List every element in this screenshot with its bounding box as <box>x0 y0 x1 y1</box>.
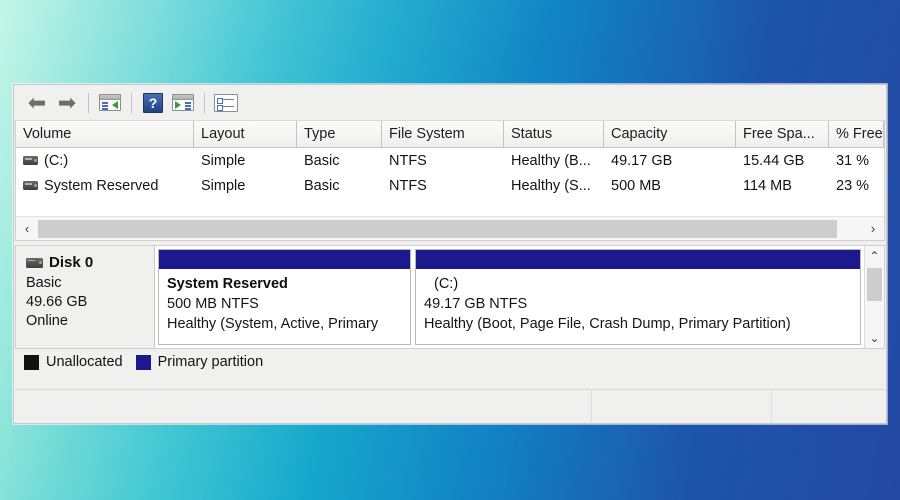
cell-volume-label: System Reserved <box>44 177 159 194</box>
column-header-status[interactable]: Status <box>504 121 604 148</box>
partition-status: Healthy (Boot, Page File, Crash Dump, Pr… <box>424 316 791 332</box>
properties-list-icon <box>214 93 238 112</box>
help-button[interactable]: ? <box>138 89 168 117</box>
disk-title: Disk 0 <box>26 254 154 271</box>
partition-system-reserved[interactable]: System Reserved 500 MB NTFS Healthy (Sys… <box>158 249 411 345</box>
column-header-free-space[interactable]: Free Spa... <box>736 121 829 148</box>
cell-layout: Simple <box>201 152 246 169</box>
scroll-down-icon[interactable]: ⌄ <box>865 328 884 348</box>
cell-volume-label: (C:) <box>44 152 69 169</box>
partition-legend: Unallocated Primary partition <box>14 351 886 373</box>
partition-color-bar <box>159 250 410 269</box>
help-question-icon: ? <box>143 92 163 113</box>
graphical-view-vertical-scrollbar[interactable]: ⌃ ⌄ <box>864 246 884 348</box>
cell-percent-free: 23 % <box>836 177 870 194</box>
partition-map: System Reserved 500 MB NTFS Healthy (Sys… <box>155 246 864 348</box>
cell-status: Healthy (B... <box>511 152 591 169</box>
partition-color-bar <box>416 250 860 269</box>
disk-type: Basic <box>26 275 62 291</box>
primary-partition-swatch-icon <box>135 354 151 370</box>
console-tree-icon <box>99 94 121 111</box>
scroll-up-icon[interactable]: ⌃ <box>865 246 884 266</box>
disk-status: Online <box>26 313 68 329</box>
column-header-capacity[interactable]: Capacity <box>604 121 736 148</box>
legend-item-primary-partition: Primary partition <box>135 354 264 370</box>
action-pane-icon <box>172 94 194 111</box>
disk-name: Disk 0 <box>49 254 94 271</box>
volume-list-horizontal-scrollbar[interactable]: ‹ › <box>16 216 884 240</box>
cell-layout: Simple <box>201 177 246 194</box>
properties-button[interactable] <box>211 89 241 117</box>
vscroll-track[interactable] <box>865 266 884 328</box>
column-header-layout[interactable]: Layout <box>194 121 297 148</box>
cell-capacity: 500 MB <box>611 177 661 194</box>
partition-size-fs: 500 MB NTFS <box>167 296 259 312</box>
disk-icon <box>26 257 43 268</box>
toolbar: ⬅ ➡ ? <box>14 85 886 121</box>
back-arrow-icon: ⬅ <box>27 89 47 115</box>
vscroll-thumb[interactable] <box>867 268 882 301</box>
back-button[interactable]: ⬅ <box>22 89 52 117</box>
forward-arrow-icon: ➡ <box>57 89 77 115</box>
cell-volume: System Reserved <box>16 178 194 194</box>
table-row[interactable]: (C:) Simple Basic NTFS Healthy (B... 49.… <box>16 148 884 173</box>
status-pane-2 <box>592 390 772 422</box>
drive-icon <box>23 181 38 190</box>
cell-volume: (C:) <box>16 153 194 169</box>
volume-list: Volume Layout Type File System Status Ca… <box>15 121 885 241</box>
cell-free-space: 15.44 GB <box>743 152 805 169</box>
graphical-view: Disk 0 Basic 49.66 GB Online System Rese… <box>15 245 885 349</box>
legend-label: Unallocated <box>46 354 123 370</box>
partition-name: (C:) <box>434 276 459 292</box>
partition-details: (C:) 49.17 GB NTFS Healthy (Boot, Page F… <box>416 269 860 344</box>
toolbar-separator-3 <box>204 92 205 113</box>
unallocated-swatch-icon <box>24 354 39 370</box>
status-pane-1 <box>15 390 592 422</box>
partition-name: System Reserved <box>167 276 288 292</box>
desktop-background: ⬅ ➡ ? Volume Layout Type File System Sta… <box>0 0 900 500</box>
disk-management-window: ⬅ ➡ ? Volume Layout Type File System Sta… <box>13 84 887 424</box>
show-hide-action-pane-button[interactable] <box>168 89 198 117</box>
partition-status: Healthy (System, Active, Primary <box>167 316 379 332</box>
legend-label: Primary partition <box>157 354 264 370</box>
show-hide-console-tree-button[interactable] <box>95 89 125 117</box>
partition-c-drive[interactable]: (C:) 49.17 GB NTFS Healthy (Boot, Page F… <box>415 249 861 345</box>
cell-capacity: 49.17 GB <box>611 152 673 169</box>
cell-type: Basic <box>304 152 340 169</box>
cell-file-system: NTFS <box>389 177 427 194</box>
disk-capacity: 49.66 GB <box>26 294 88 310</box>
toolbar-separator-1 <box>88 92 89 113</box>
column-header-volume[interactable]: Volume <box>16 121 194 148</box>
toolbar-separator-2 <box>131 92 132 113</box>
cell-percent-free: 31 % <box>836 152 870 169</box>
table-row[interactable]: System Reserved Simple Basic NTFS Health… <box>16 173 884 198</box>
hscroll-thumb[interactable] <box>38 219 838 238</box>
drive-icon <box>23 156 38 165</box>
forward-button[interactable]: ➡ <box>52 89 82 117</box>
column-header-type[interactable]: Type <box>297 121 382 148</box>
scroll-left-icon[interactable]: ‹ <box>16 218 38 240</box>
hscroll-track[interactable] <box>38 219 862 238</box>
cell-free-space: 114 MB <box>743 177 792 194</box>
status-bar <box>15 389 885 422</box>
column-header-percent-free[interactable]: % Free <box>829 121 884 148</box>
cell-type: Basic <box>304 177 340 194</box>
cell-status: Healthy (S... <box>511 177 591 194</box>
partition-size-fs: 49.17 GB NTFS <box>424 296 528 312</box>
cell-file-system: NTFS <box>389 152 427 169</box>
column-header-file-system[interactable]: File System <box>382 121 504 148</box>
volume-list-empty-space <box>16 198 884 216</box>
volume-list-header: Volume Layout Type File System Status Ca… <box>16 121 884 148</box>
disk-info-panel[interactable]: Disk 0 Basic 49.66 GB Online <box>16 246 155 348</box>
status-pane-3 <box>772 390 885 422</box>
partition-details: System Reserved 500 MB NTFS Healthy (Sys… <box>159 269 410 344</box>
scroll-right-icon[interactable]: › <box>862 218 884 240</box>
legend-item-unallocated: Unallocated <box>24 354 123 370</box>
